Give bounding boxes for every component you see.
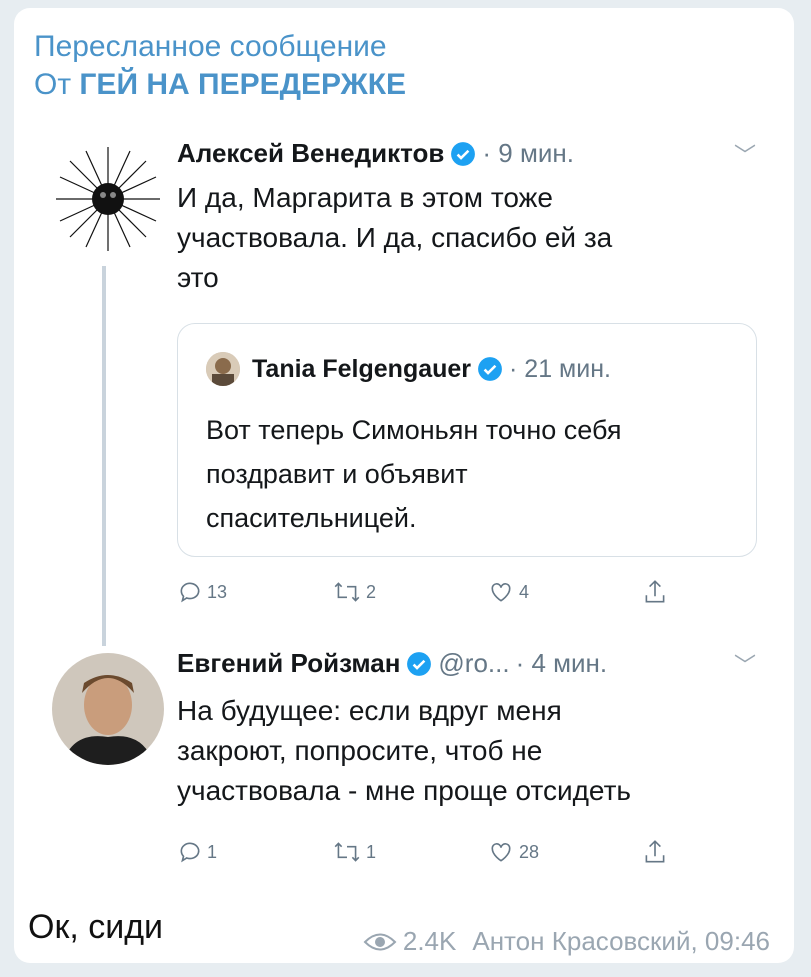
retweet-count: 1	[366, 841, 377, 862]
tweet2-actions: 1 1 28	[177, 838, 797, 866]
forward-label: Пересланное сообщение	[34, 30, 387, 63]
quote-author-name[interactable]: Tania Felgengauer	[252, 355, 471, 384]
avatar-felgengauer	[206, 352, 240, 386]
tweet1-actions: 13 2 4	[177, 578, 797, 606]
forward-from[interactable]: От ГЕЙ НА ПЕРЕДЕРЖКЕ	[34, 66, 406, 104]
avatar-venediktov[interactable]	[52, 143, 164, 255]
reply-icon	[180, 582, 200, 603]
tweet2-text-line: На будущее: если вдруг меня	[177, 695, 562, 726]
tweet1-author[interactable]: Алексей Венедиктов · 9 мин.	[177, 138, 574, 169]
quote-text: Вот теперь Симоньян точно себя поздравит…	[206, 408, 621, 540]
avatar-roizman[interactable]	[52, 653, 164, 765]
reply-count: 13	[207, 581, 228, 602]
like-icon	[491, 843, 511, 862]
like-icon	[491, 583, 511, 602]
tweet2-handle[interactable]: @ro...	[438, 648, 509, 679]
chevron-down-icon[interactable]: ﹀	[734, 648, 756, 680]
view-count: 2.4K	[402, 926, 457, 956]
tweet1-text-line: И да, Маргарита в этом тоже	[177, 182, 553, 213]
tweet1-text-line: это	[177, 262, 219, 293]
share-button[interactable]	[642, 838, 797, 866]
tweet2-text-line: закроют, попросите, чтоб не	[177, 735, 543, 766]
tweet1-author-name[interactable]: Алексей Венедиктов	[177, 138, 444, 169]
forward-from-name[interactable]: ГЕЙ НА ПЕРЕДЕРЖКЕ	[79, 68, 406, 101]
reply-button[interactable]: 13	[177, 579, 332, 605]
tweet1-time: · 9 мин.	[482, 138, 574, 168]
thread-line	[102, 266, 106, 646]
tweet1-text: И да, Маргарита в этом тоже участвовала.…	[177, 178, 612, 298]
like-count: 4	[519, 581, 530, 602]
retweet-button[interactable]: 1	[332, 839, 487, 865]
share-button[interactable]	[642, 578, 797, 606]
verified-icon	[451, 141, 476, 166]
quote-text-line: спасительницей.	[206, 503, 417, 533]
like-count: 28	[519, 841, 540, 862]
forward-header[interactable]: Пересланное сообщение От ГЕЙ НА ПЕРЕДЕРЖ…	[34, 28, 406, 104]
quote-author[interactable]: Tania Felgengauer · 21 мин.	[206, 352, 611, 386]
retweet-button[interactable]: 2	[332, 579, 487, 605]
forward-from-prefix: От	[34, 68, 72, 101]
tweet2-time: · 4 мин.	[515, 648, 608, 678]
tweet2-text: На будущее: если вдруг меня закроют, поп…	[177, 691, 631, 811]
tweet2-author[interactable]: Евгений Ройзман @ro... · 4 мин.	[177, 648, 607, 679]
retweet-icon	[334, 842, 360, 862]
chevron-down-icon[interactable]: ﹀	[734, 138, 756, 170]
retweet-count: 2	[366, 581, 377, 602]
sender-and-time: Антон Красовский, 09:46	[472, 926, 770, 956]
reply-count: 1	[207, 841, 218, 862]
like-button[interactable]: 4	[487, 579, 642, 605]
share-icon	[645, 840, 665, 863]
message-bubble: Пересланное сообщение От ГЕЙ НА ПЕРЕДЕРЖ…	[14, 8, 794, 963]
quoted-tweet[interactable]: Tania Felgengauer · 21 мин. Вот теперь С…	[177, 323, 757, 557]
like-button[interactable]: 28	[487, 839, 642, 865]
verified-icon	[478, 357, 502, 381]
message-text: Ок, сиди	[28, 908, 164, 946]
eye-icon	[363, 933, 397, 950]
tweet2-text-line: участвовала - мне проще отсидеть	[177, 775, 631, 806]
tweet2-author-name[interactable]: Евгений Ройзман	[177, 648, 400, 679]
quote-text-line: поздравит и объявит	[206, 459, 468, 489]
reply-icon	[180, 842, 200, 863]
reply-button[interactable]: 1	[177, 839, 332, 865]
share-icon	[645, 580, 665, 603]
message-meta: 2.4K Антон Красовский, 09:46	[363, 926, 770, 957]
quote-time: · 21 мин.	[509, 354, 611, 383]
quote-text-line: Вот теперь Симоньян точно себя	[206, 415, 622, 445]
verified-icon	[407, 651, 432, 676]
retweet-icon	[334, 582, 360, 602]
tweet1-text-line: участвовала. И да, спасибо ей за	[177, 222, 613, 253]
